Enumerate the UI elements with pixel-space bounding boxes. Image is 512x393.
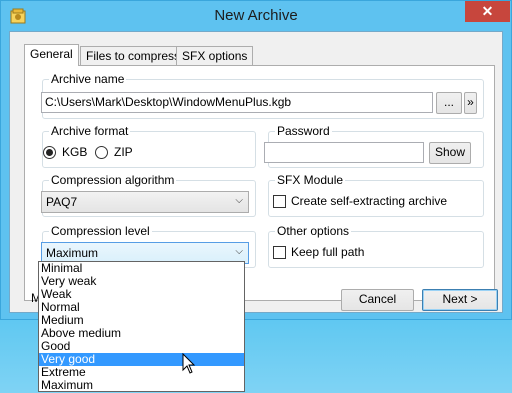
sfx-module-legend: SFX Module [275,173,346,187]
compression-algorithm-select[interactable]: PAQ7 ⌵ [41,191,249,213]
zip-radio-label: ZIP [114,145,133,159]
password-input[interactable] [264,142,424,163]
tab-sfx-options[interactable]: SFX options [176,46,254,65]
tab-label: SFX options [182,49,248,63]
chevron-down-icon: ⌵ [235,195,243,206]
show-password-button[interactable]: Show [429,142,471,164]
other-options-legend: Other options [275,224,352,238]
compression-algorithm-legend: Compression algorithm [49,173,177,187]
tab-general[interactable]: General [24,44,79,66]
expand-button[interactable]: » [464,92,477,114]
chevron-down-icon: ⌵ [235,246,243,257]
compression-algorithm-value: PAQ7 [46,195,78,209]
next-button[interactable]: Next > [422,289,498,311]
archive-name-group: Archive name C:\Users\Mark\Desktop\Windo… [41,72,484,119]
compression-level-value: Maximum [46,246,99,260]
sfx-module-group: SFX Module Create self-extracting archiv… [268,173,484,217]
password-legend: Password [275,124,332,138]
password-group: Password Show [264,124,484,168]
tab-label: General [30,47,73,61]
window-title: New Archive [214,7,298,24]
tab-label: Files to compress [86,49,181,63]
kgb-radio[interactable] [43,146,56,159]
tab-files-to-compress[interactable]: Files to compress [80,46,187,65]
close-icon: ✕ [481,3,494,19]
browse-button[interactable]: ... [436,92,462,114]
mouse-pointer-icon [182,353,196,374]
dropdown-option[interactable]: Maximum [39,379,244,392]
compression-algorithm-group: Compression algorithm PAQ7 ⌵ [41,173,256,217]
create-sfx-checkbox[interactable] [273,195,286,208]
archive-name-input[interactable]: C:\Users\Mark\Desktop\WindowMenuPlus.kgb [41,92,433,113]
keep-full-path-checkbox[interactable] [273,246,286,259]
close-button[interactable]: ✕ [465,1,510,22]
cancel-button[interactable]: Cancel [341,289,414,311]
compression-level-legend: Compression level [49,224,152,238]
title-bar[interactable]: New Archive ✕ [1,1,511,31]
create-sfx-label: Create self-extracting archive [291,194,448,208]
zip-radio[interactable] [95,146,108,159]
compression-level-dropdown-list: Minimal Very weak Weak Normal Medium Abo… [38,261,245,392]
archive-format-group: Archive format KGB ZIP [42,124,256,168]
archive-format-legend: Archive format [49,124,131,138]
keep-full-path-label: Keep full path [291,245,365,259]
other-options-group: Other options Keep full path [268,224,484,268]
archive-name-legend: Archive name [49,72,127,86]
kgb-radio-label: KGB [62,145,88,159]
